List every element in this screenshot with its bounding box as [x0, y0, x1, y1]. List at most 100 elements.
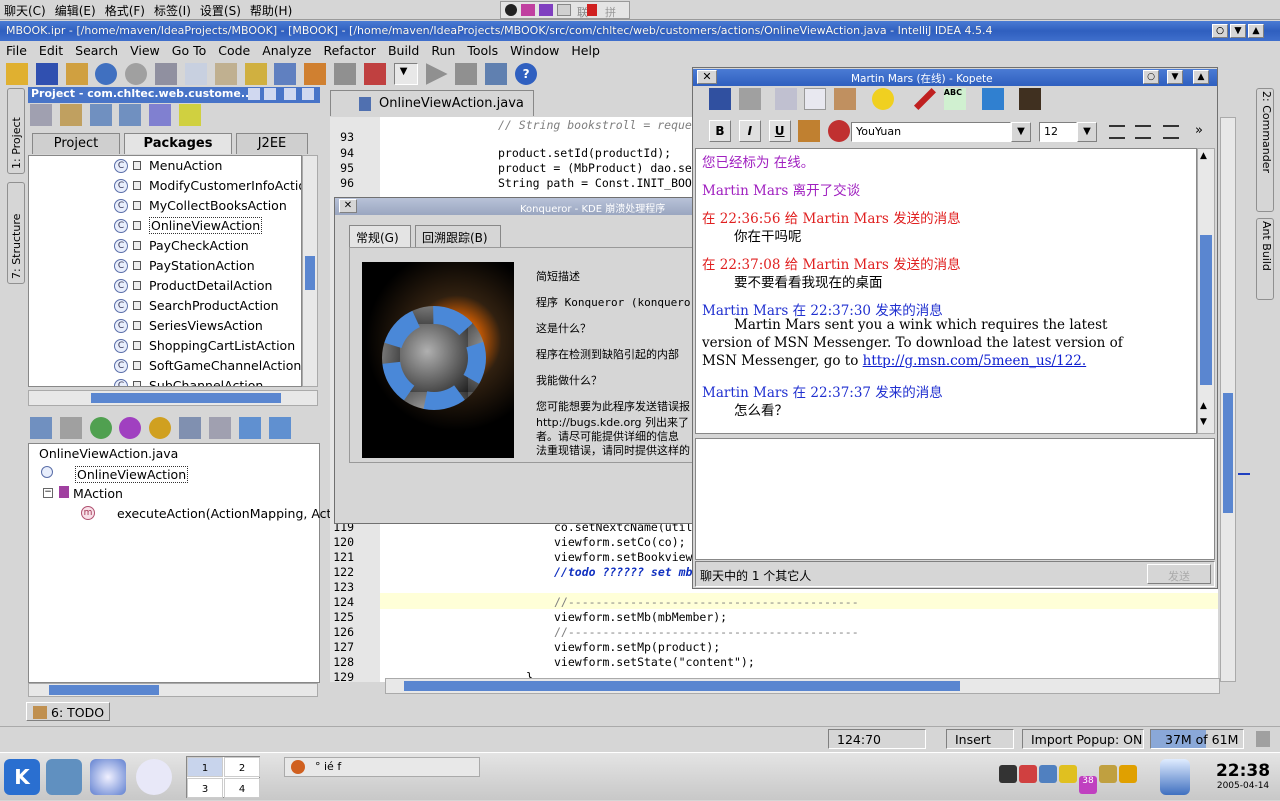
- maximize-button[interactable]: ▲: [1248, 24, 1264, 38]
- tool-tab-structure[interactable]: 7: Structure: [7, 182, 25, 284]
- tree-item-menuaction[interactable]: C MenuAction: [29, 156, 301, 176]
- tree-item-paycheckaction[interactable]: C PayCheckAction: [29, 236, 301, 256]
- menu-analyze[interactable]: Analyze: [256, 41, 317, 58]
- error-stripe-mark[interactable]: [1238, 473, 1250, 475]
- scroll-thumb[interactable]: [404, 681, 960, 691]
- tab-project[interactable]: Project: [32, 133, 120, 154]
- menu-build[interactable]: Build: [382, 41, 425, 58]
- tab-general[interactable]: 常规(G): [349, 225, 411, 247]
- text-color-icon[interactable]: [798, 120, 821, 142]
- paste-icon[interactable]: [214, 63, 237, 85]
- structure-method-node[interactable]: executeAction(ActionMapping, Actio: [117, 506, 343, 521]
- pen-icon[interactable]: [913, 88, 936, 110]
- msn-link[interactable]: http://g.msn.com/5meen_us/122.: [863, 353, 1087, 369]
- clock[interactable]: 22:38 2005-04-14: [1206, 753, 1280, 801]
- smiley-icon[interactable]: [872, 88, 895, 110]
- tool-tab-ant-build[interactable]: Ant Build: [1256, 218, 1274, 300]
- run-icon[interactable]: [425, 63, 448, 85]
- editor-tab-onlineviewaction[interactable]: OnlineViewAction.java: [330, 90, 534, 116]
- kopete-tray-icon[interactable]: [1059, 765, 1077, 783]
- font-combo-arrow-icon[interactable]: ▼: [1011, 122, 1031, 142]
- tree-item-mycollectbooksaction[interactable]: C MyCollectBooksAction: [29, 196, 301, 216]
- input-mode-icon[interactable]: [521, 4, 535, 16]
- structure-file-node[interactable]: OnlineViewAction.java: [39, 446, 178, 461]
- properties-icon[interactable]: [119, 417, 142, 439]
- tree-vertical-scrollbar[interactable]: [302, 155, 318, 387]
- maximize-button[interactable]: ▲: [1193, 70, 1209, 84]
- tree-item-shoppingcartlistaction[interactable]: C ShoppingCartListAction: [29, 336, 301, 356]
- hierarchy-icon[interactable]: [179, 417, 202, 439]
- scroll-up-icon[interactable]: ▲: [1200, 401, 1207, 411]
- scroll-thumb[interactable]: [305, 256, 315, 290]
- scroll-up-icon[interactable]: ▲: [1200, 151, 1207, 161]
- close-icon[interactable]: ✕: [697, 70, 717, 84]
- minimize-button[interactable]: ▼: [1167, 70, 1183, 84]
- panel-hide-icon[interactable]: [302, 88, 314, 100]
- menu-tools[interactable]: Tools: [461, 41, 504, 58]
- spellcheck-icon[interactable]: ABC: [943, 88, 966, 110]
- tree-horizontal-scrollbar[interactable]: [28, 390, 318, 406]
- find-icon[interactable]: [244, 63, 267, 85]
- print-icon[interactable]: [738, 88, 761, 110]
- window-menu-button[interactable]: ○: [1212, 24, 1228, 38]
- qq-icon[interactable]: [1119, 765, 1137, 783]
- editor-horizontal-scrollbar[interactable]: [385, 678, 1220, 694]
- debug-icon[interactable]: [455, 63, 478, 85]
- send-button[interactable]: 发送: [1147, 564, 1211, 584]
- menu-help[interactable]: 帮助(H): [246, 0, 297, 19]
- close-icon[interactable]: ✕: [339, 199, 357, 213]
- open-folder-icon[interactable]: [59, 104, 82, 126]
- scroll-thumb[interactable]: [1223, 393, 1233, 513]
- tab-packages[interactable]: Packages: [124, 133, 232, 154]
- tool-tab-project[interactable]: 1: Project: [7, 88, 25, 174]
- menu-window[interactable]: Window: [504, 41, 565, 58]
- panel-float-icon[interactable]: [248, 88, 260, 100]
- help-icon[interactable]: ?: [515, 63, 538, 85]
- menu-edit[interactable]: 编辑(E): [51, 0, 101, 19]
- tux-icon[interactable]: [505, 4, 517, 16]
- lock-icon[interactable]: [587, 4, 597, 16]
- klipper-icon[interactable]: [1019, 765, 1037, 783]
- scroll-down-icon[interactable]: ▼: [1200, 417, 1207, 427]
- desktop-icon[interactable]: [46, 759, 82, 795]
- save-icon[interactable]: [35, 63, 58, 85]
- window-menu-button[interactable]: ○: [1143, 70, 1159, 84]
- make-icon[interactable]: [363, 63, 386, 85]
- menu-view[interactable]: View: [124, 41, 166, 58]
- keyboard-icon[interactable]: [557, 4, 571, 16]
- members-icon[interactable]: [149, 104, 172, 126]
- tree-item-productdetailaction[interactable]: C ProductDetailAction: [29, 276, 301, 296]
- tree-item-paystationaction[interactable]: C PayStationAction: [29, 256, 301, 276]
- contacts-icon[interactable]: [981, 88, 1004, 110]
- scroll-thumb[interactable]: [49, 685, 159, 695]
- size-combo-arrow-icon[interactable]: ▼: [1077, 122, 1097, 142]
- autoscroll-icon[interactable]: [30, 104, 52, 126]
- flatten-packages-icon[interactable]: [179, 104, 202, 126]
- scroll-thumb[interactable]: [91, 393, 281, 403]
- konqueror-icon[interactable]: [90, 759, 126, 795]
- volume-icon[interactable]: [1039, 765, 1057, 783]
- forward-icon[interactable]: [334, 63, 357, 85]
- kde-menu-icon[interactable]: K: [4, 759, 40, 795]
- menu-search[interactable]: Search: [69, 41, 124, 58]
- import-popup-status[interactable]: Import Popup: ON: [1022, 729, 1144, 749]
- menu-tabs[interactable]: 标签(I): [150, 0, 196, 19]
- taskbar-task[interactable]: ° ié f: [284, 757, 480, 777]
- scroll-thumb[interactable]: [1200, 235, 1212, 385]
- help-center-icon[interactable]: [136, 759, 172, 795]
- sort-visibility-icon[interactable]: [59, 417, 82, 439]
- collapse-icon[interactable]: [119, 104, 142, 126]
- tool-tab-commander[interactable]: 2: Commander: [1256, 88, 1274, 212]
- sort-alpha-icon[interactable]: [30, 417, 52, 439]
- autoscroll-from-source-icon[interactable]: [268, 417, 291, 439]
- align-right-icon[interactable]: [1163, 125, 1179, 139]
- settings-icon[interactable]: [485, 63, 508, 85]
- inherited-icon[interactable]: [89, 417, 112, 439]
- trash-icon[interactable]: [1160, 759, 1190, 795]
- memory-indicator[interactable]: 37M of 61M: [1150, 729, 1244, 749]
- folder-icon[interactable]: [1099, 765, 1117, 783]
- save-icon[interactable]: [709, 88, 731, 110]
- copy-icon[interactable]: [804, 88, 827, 110]
- align-left-icon[interactable]: [1109, 125, 1125, 139]
- autoscroll-to-source-icon[interactable]: [238, 417, 261, 439]
